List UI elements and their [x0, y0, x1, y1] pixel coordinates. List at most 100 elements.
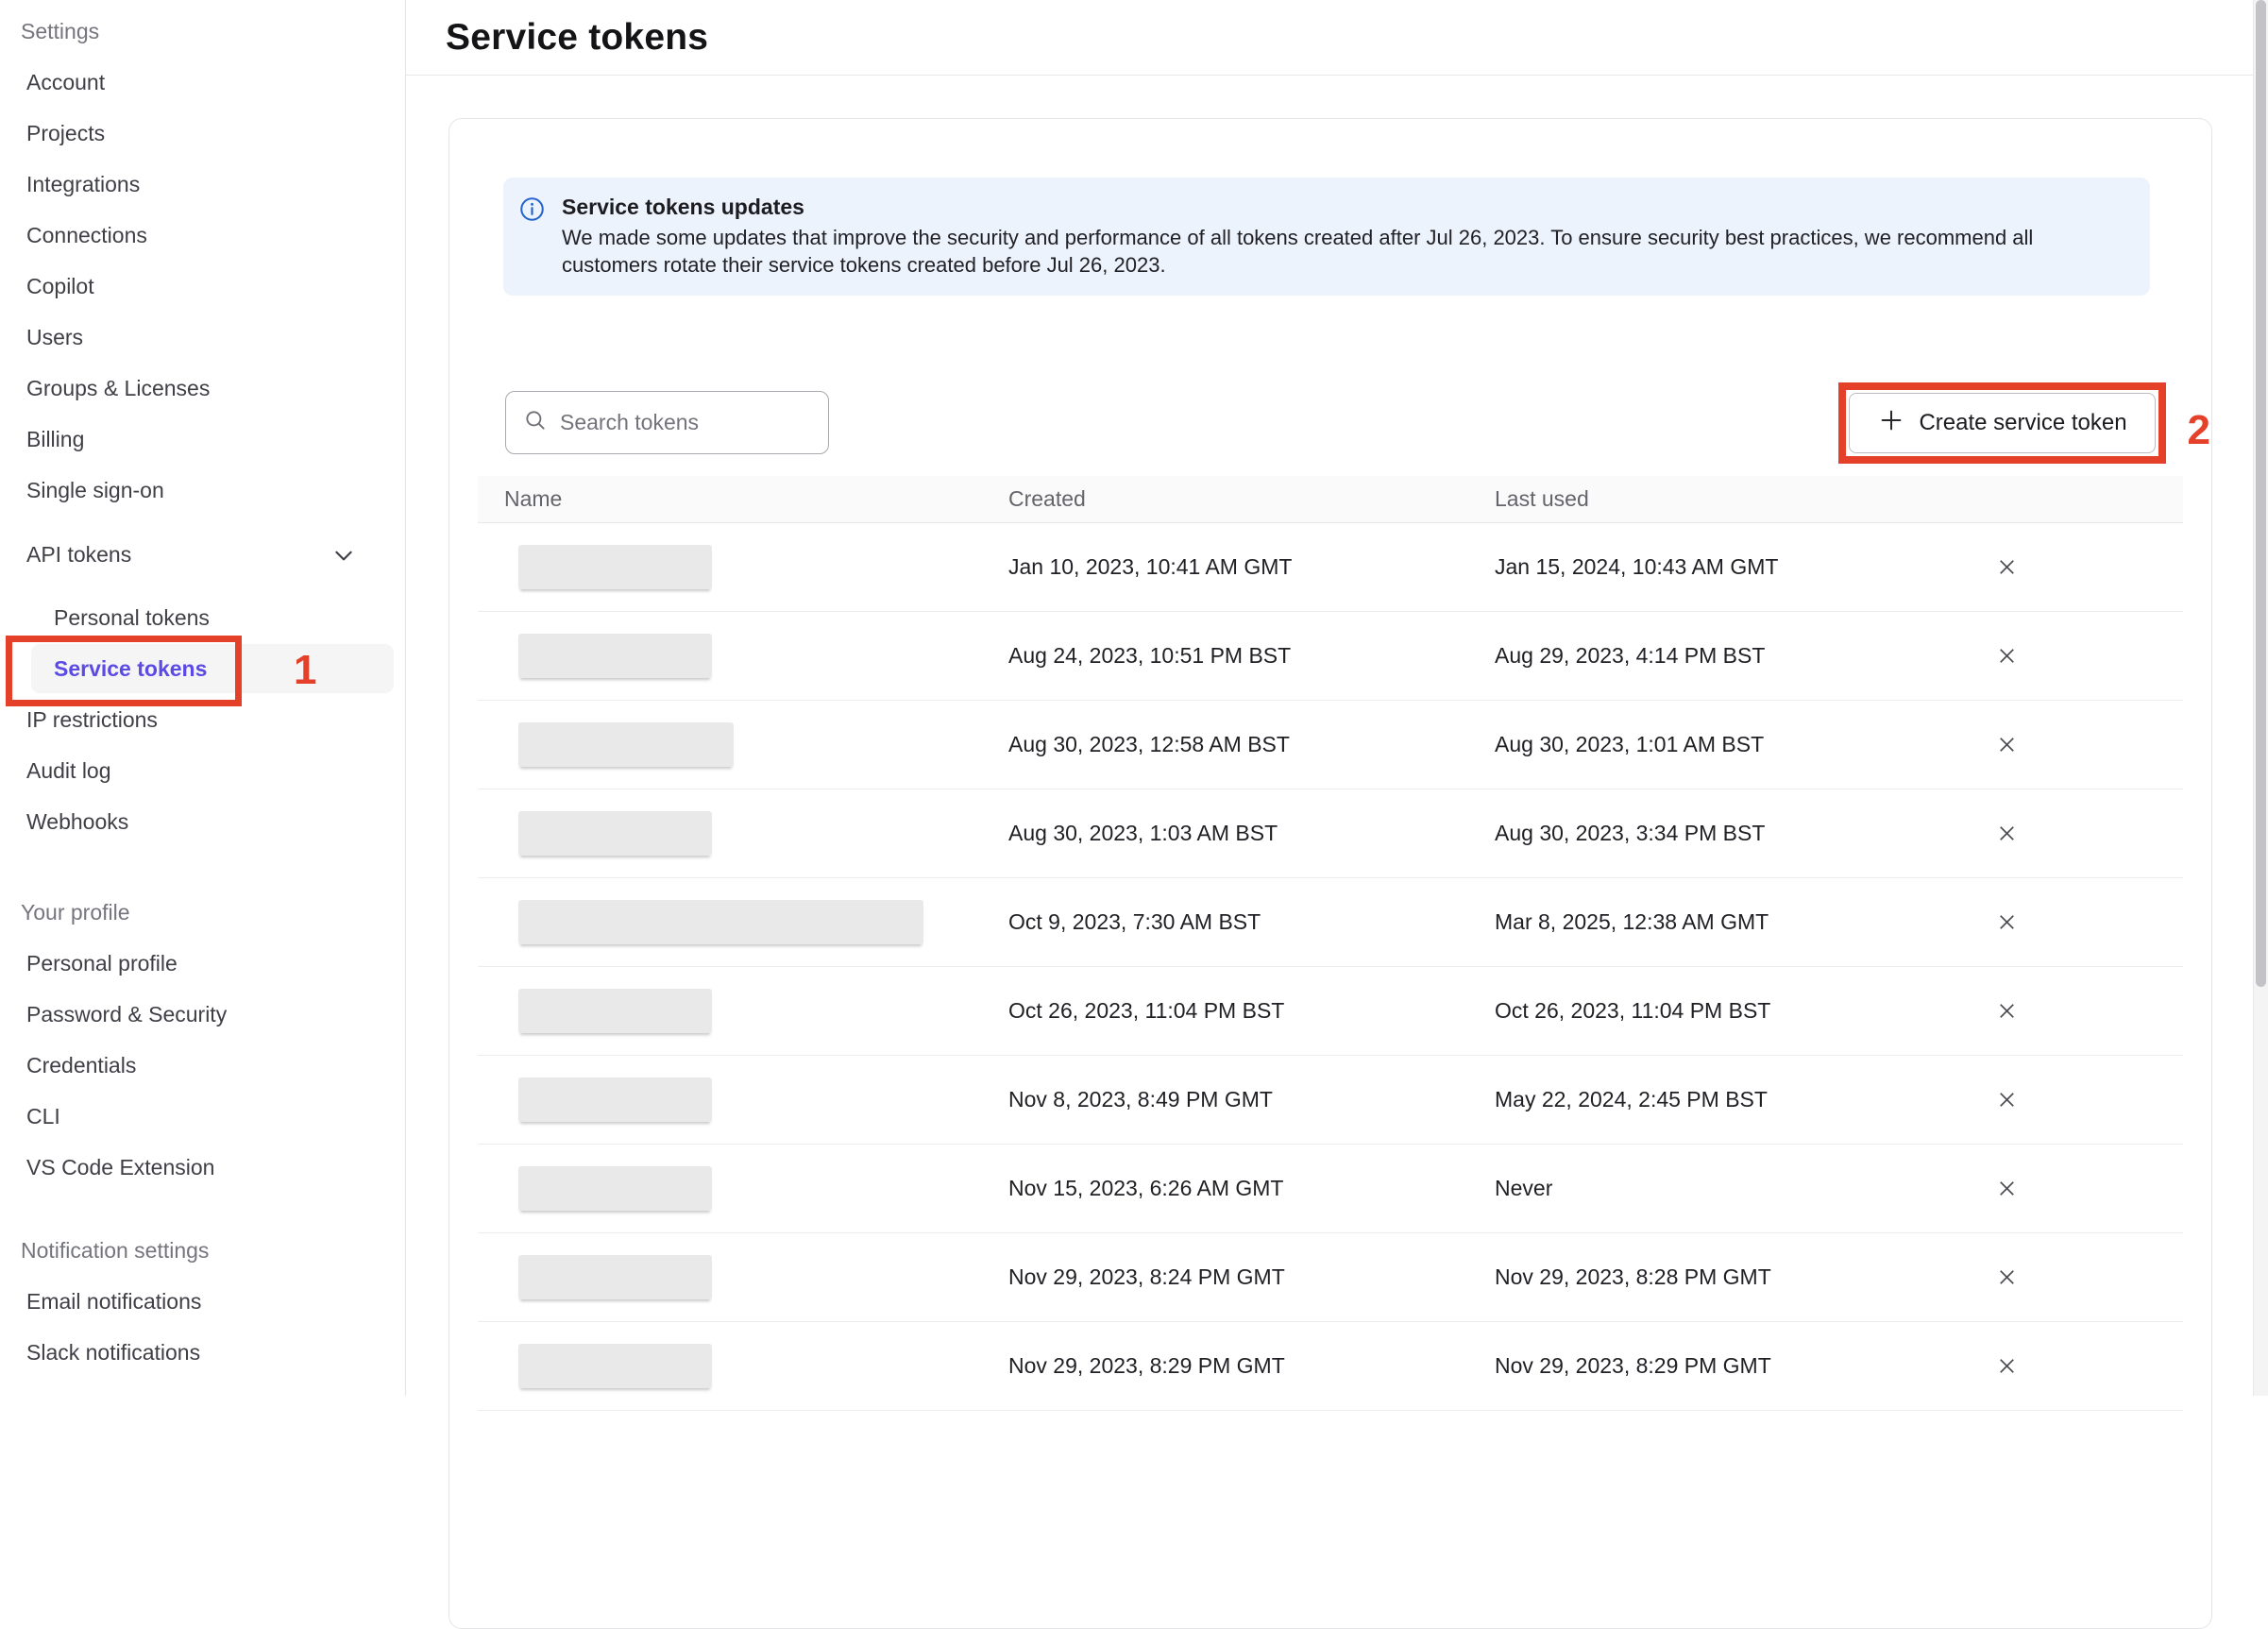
close-icon: [1994, 554, 2020, 580]
last-used-cell: Jan 15, 2024, 10:43 AM GMT: [1495, 554, 1984, 580]
token-name-skeleton: [518, 811, 712, 856]
sidebar-item-vs-code-extension[interactable]: VS Code Extension: [0, 1142, 405, 1193]
search-input[interactable]: [560, 410, 796, 435]
delete-token-button[interactable]: [1994, 998, 2020, 1024]
last-used-cell: Aug 29, 2023, 4:14 PM BST: [1495, 643, 1984, 669]
service-tokens-table: Name Created Last used Jan 10, 2023, 10:…: [478, 476, 2183, 1411]
column-header-last-used: Last used: [1495, 486, 1984, 512]
sidebar-item-email-notifications[interactable]: Email notifications: [0, 1276, 405, 1327]
table-header-row: Name Created Last used: [478, 476, 2183, 523]
token-name-skeleton: [518, 722, 734, 767]
sidebar-item-api-tokens[interactable]: API tokens: [0, 529, 405, 580]
sidebar-item-integrations[interactable]: Integrations: [0, 159, 405, 210]
close-icon: [1994, 732, 2020, 757]
token-name-skeleton: [518, 1166, 712, 1211]
annotation-label-2: 2: [2188, 407, 2210, 454]
sidebar-item-connections[interactable]: Connections: [0, 210, 405, 261]
delete-token-button[interactable]: [1994, 1087, 2020, 1112]
sidebar-item-single-sign-on[interactable]: Single sign-on: [0, 465, 405, 516]
sidebar-item-billing[interactable]: Billing: [0, 414, 405, 465]
token-row: Oct 26, 2023, 11:04 PM BST Oct 26, 2023,…: [478, 967, 2183, 1056]
banner-text-line: We made some updates that improve the se…: [562, 224, 2033, 251]
created-cell: Oct 26, 2023, 11:04 PM BST: [1008, 998, 1495, 1024]
delete-token-button[interactable]: [1994, 1176, 2020, 1201]
created-cell: Aug 30, 2023, 12:58 AM BST: [1008, 732, 1495, 757]
sidebar-item-label: Service tokens: [54, 656, 207, 682]
annotation-box-2: Create service token 2: [1838, 382, 2166, 464]
close-icon: [1994, 1264, 2020, 1290]
last-used-cell: Oct 26, 2023, 11:04 PM BST: [1495, 998, 1984, 1024]
banner-text-line: customers rotate their service tokens cr…: [562, 251, 2033, 279]
token-name-skeleton: [518, 545, 712, 589]
last-used-cell: Aug 30, 2023, 1:01 AM BST: [1495, 732, 1984, 757]
token-row: Aug 30, 2023, 1:03 AM BST Aug 30, 2023, …: [478, 789, 2183, 878]
column-header-name: Name: [478, 486, 1008, 512]
token-row: Aug 24, 2023, 10:51 PM BST Aug 29, 2023,…: [478, 612, 2183, 701]
token-row: Jan 10, 2023, 10:41 AM GMT Jan 15, 2024,…: [478, 523, 2183, 612]
created-cell: Nov 29, 2023, 8:24 PM GMT: [1008, 1264, 1495, 1290]
sidebar-item-credentials[interactable]: Credentials: [0, 1040, 405, 1091]
last-used-cell: Nov 29, 2023, 8:28 PM GMT: [1495, 1264, 1984, 1290]
search-icon: [523, 408, 548, 437]
delete-token-button[interactable]: [1994, 643, 2020, 669]
scrollbar[interactable]: [2253, 0, 2268, 1396]
token-name-skeleton: [518, 989, 712, 1033]
token-name-skeleton: [518, 900, 923, 944]
sidebar-item-cli[interactable]: CLI: [0, 1091, 405, 1142]
sidebar-item-account[interactable]: Account: [0, 57, 405, 108]
sidebar-item-groups-licenses[interactable]: Groups & Licenses: [0, 363, 405, 414]
sidebar-item-webhooks[interactable]: Webhooks: [0, 796, 405, 847]
sidebar-section-notification-settings: Notification settings: [0, 1225, 405, 1276]
sidebar-item-label: API tokens: [26, 542, 131, 568]
sidebar-item-personal-tokens[interactable]: Personal tokens: [0, 592, 405, 643]
delete-token-button[interactable]: [1994, 1353, 2020, 1379]
created-cell: Oct 9, 2023, 7:30 AM BST: [1008, 909, 1495, 935]
main-content: Service tokens Service tokens updates We…: [406, 0, 2253, 1396]
close-icon: [1994, 1176, 2020, 1201]
create-button-label: Create service token: [1919, 410, 2126, 436]
delete-token-button[interactable]: [1994, 554, 2020, 580]
create-service-token-button[interactable]: Create service token: [1849, 393, 2156, 453]
close-icon: [1994, 643, 2020, 669]
created-cell: Nov 15, 2023, 6:26 AM GMT: [1008, 1176, 1495, 1201]
created-cell: Aug 30, 2023, 1:03 AM BST: [1008, 821, 1495, 846]
last-used-cell: Never: [1495, 1176, 1984, 1201]
chevron-down-icon: [331, 543, 356, 573]
token-name-skeleton: [518, 634, 712, 678]
last-used-cell: Aug 30, 2023, 3:34 PM BST: [1495, 821, 1984, 846]
token-name-skeleton: [518, 1255, 712, 1299]
service-tokens-card: Service tokens updates We made some upda…: [449, 118, 2212, 1629]
delete-token-button[interactable]: [1994, 909, 2020, 935]
annotation-label-1: 1: [294, 647, 316, 694]
search-box: [505, 391, 829, 454]
close-icon: [1994, 1353, 2020, 1379]
settings-sidebar: Settings Account Projects Integrations C…: [0, 0, 406, 1396]
token-row: Nov 29, 2023, 8:29 PM GMT Nov 29, 2023, …: [478, 1322, 2183, 1411]
sidebar-section-settings: Settings: [0, 6, 405, 57]
sidebar-item-copilot[interactable]: Copilot: [0, 261, 405, 312]
token-row: Oct 9, 2023, 7:30 AM BST Mar 8, 2025, 12…: [478, 878, 2183, 967]
info-banner: Service tokens updates We made some upda…: [503, 178, 2150, 296]
scrollbar-thumb[interactable]: [2256, 0, 2266, 987]
sidebar-item-users[interactable]: Users: [0, 312, 405, 363]
created-cell: Aug 24, 2023, 10:51 PM BST: [1008, 643, 1495, 669]
sidebar-item-slack-notifications[interactable]: Slack notifications: [0, 1327, 405, 1378]
sidebar-item-personal-profile[interactable]: Personal profile: [0, 938, 405, 989]
delete-token-button[interactable]: [1994, 821, 2020, 846]
column-header-created: Created: [1008, 486, 1495, 512]
token-row: Aug 30, 2023, 12:58 AM BST Aug 30, 2023,…: [478, 701, 2183, 789]
sidebar-item-audit-log[interactable]: Audit log: [0, 745, 405, 796]
delete-token-button[interactable]: [1994, 732, 2020, 757]
sidebar-item-service-tokens[interactable]: Service tokens 1: [31, 644, 394, 693]
token-name-skeleton: [518, 1344, 712, 1388]
sidebar-item-projects[interactable]: Projects: [0, 108, 405, 159]
info-icon: [519, 196, 545, 222]
sidebar-item-ip-restrictions[interactable]: IP restrictions: [0, 694, 405, 745]
sidebar-item-password-security[interactable]: Password & Security: [0, 989, 405, 1040]
delete-token-button[interactable]: [1994, 1264, 2020, 1290]
last-used-cell: Mar 8, 2025, 12:38 AM GMT: [1495, 909, 1984, 935]
token-name-skeleton: [518, 1078, 712, 1122]
token-row: Nov 8, 2023, 8:49 PM GMT May 22, 2024, 2…: [478, 1056, 2183, 1145]
page-title: Service tokens: [446, 17, 708, 59]
page-header: Service tokens: [406, 0, 2253, 76]
